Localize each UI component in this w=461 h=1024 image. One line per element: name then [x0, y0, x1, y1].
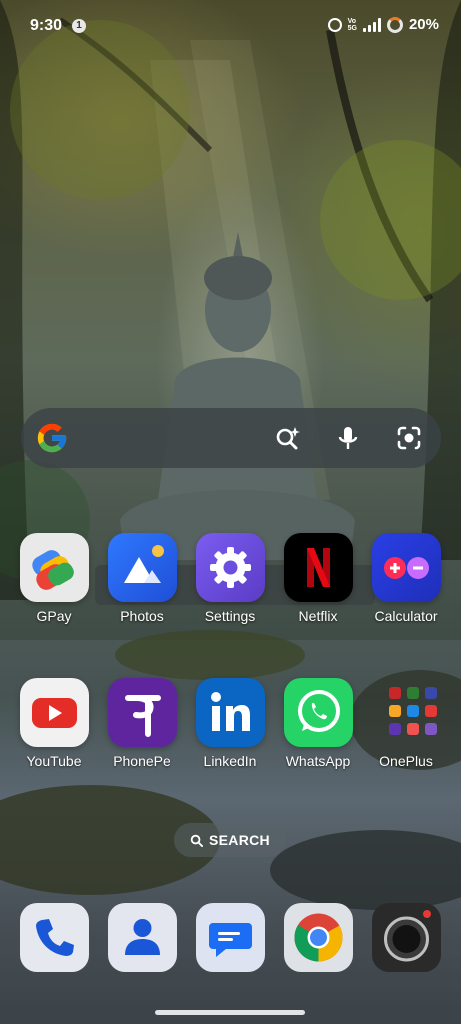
calculator-icon	[371, 533, 441, 602]
google-search-bar[interactable]	[21, 408, 441, 468]
clock: 9:30	[30, 17, 63, 34]
dock-messages[interactable]	[196, 903, 265, 972]
alarm-icon	[327, 17, 342, 32]
status-bar: 9:30 1 Vo 5G 20%	[0, 0, 461, 52]
status-icons: Vo 5G 20%	[327, 16, 439, 33]
google-g-icon	[37, 423, 67, 453]
app-calculator[interactable]: Calculator	[362, 533, 450, 643]
dock-phone[interactable]	[20, 903, 89, 972]
app-label: LinkedIn	[203, 753, 257, 769]
app-label: Netflix	[298, 608, 338, 624]
folder-icon	[372, 678, 441, 747]
notification-badge: 1	[72, 19, 86, 33]
whatsapp-icon	[283, 678, 353, 747]
linkedin-icon	[195, 678, 265, 747]
dock-chrome[interactable]	[284, 903, 353, 972]
contacts-icon	[125, 919, 160, 955]
search-icon	[190, 834, 204, 847]
app-label: WhatsApp	[285, 753, 351, 769]
app-label: Photos	[120, 608, 164, 624]
app-linkedin[interactable]: LinkedIn	[186, 678, 274, 788]
app-settings[interactable]: Settings	[186, 533, 274, 643]
search-label: SEARCH	[209, 832, 270, 848]
messages-icon	[209, 923, 252, 957]
app-netflix[interactable]: Netflix	[274, 533, 362, 643]
netflix-icon	[283, 533, 353, 602]
app-phonepe[interactable]: PhonePe	[98, 678, 186, 788]
app-gpay[interactable]: GPay	[10, 533, 98, 643]
wallpaper	[0, 0, 461, 1024]
ai-mode-icon[interactable]	[273, 423, 303, 453]
app-youtube[interactable]: YouTube	[10, 678, 98, 788]
app-label: Settings	[204, 608, 256, 624]
camera-icon	[384, 910, 431, 962]
settings-gear-icon	[195, 533, 265, 602]
dock-camera[interactable]	[372, 903, 441, 972]
app-whatsapp[interactable]: WhatsApp	[274, 678, 362, 788]
app-label: PhonePe	[113, 753, 171, 769]
app-label: YouTube	[26, 753, 82, 769]
photos-icon	[107, 533, 177, 602]
network-type-label: 5G	[347, 24, 357, 32]
youtube-icon	[19, 678, 89, 747]
microphone-icon[interactable]	[333, 423, 363, 453]
signal-icon	[362, 17, 381, 32]
app-label: OnePlus	[379, 753, 433, 769]
battery-percent: 20%	[408, 16, 439, 33]
phone-icon	[36, 919, 74, 956]
volte-label: Vo	[347, 17, 357, 25]
app-search-button[interactable]: SEARCH	[174, 823, 286, 857]
dock-contacts[interactable]	[108, 903, 177, 972]
app-folder-oneplus[interactable]: OnePlus	[362, 678, 450, 788]
app-photos[interactable]: Photos	[98, 533, 186, 643]
lens-camera-icon[interactable]	[394, 423, 424, 453]
gpay-icon	[19, 533, 89, 602]
app-label: GPay	[36, 608, 72, 624]
network-label: Vo 5G	[348, 18, 357, 32]
chrome-icon	[294, 913, 343, 962]
battery-icon	[386, 16, 403, 33]
home-indicator[interactable]	[155, 1010, 305, 1015]
phonepe-icon	[107, 678, 177, 747]
app-label: Calculator	[374, 608, 438, 624]
